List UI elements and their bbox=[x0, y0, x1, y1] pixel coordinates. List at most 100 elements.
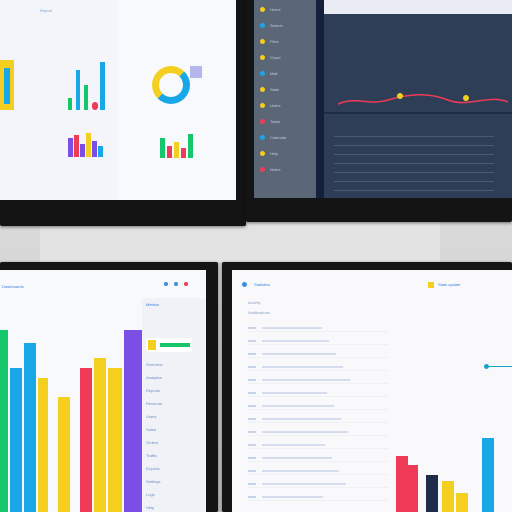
line-chart-svg bbox=[337, 93, 509, 105]
bar bbox=[38, 377, 48, 512]
sidebar-item[interactable]: Cloud bbox=[260, 54, 310, 62]
sidebar-item[interactable]: Orders bbox=[146, 440, 158, 445]
row-marker bbox=[248, 392, 256, 394]
sidebar-item-label: Home bbox=[270, 7, 281, 12]
connector-line bbox=[488, 366, 512, 367]
table-row[interactable] bbox=[248, 456, 388, 462]
bar bbox=[108, 368, 122, 512]
table-row[interactable] bbox=[248, 443, 388, 449]
badge: Stats update bbox=[438, 282, 461, 287]
bar bbox=[98, 145, 103, 157]
sidebar-item[interactable]: Overview bbox=[146, 362, 163, 367]
table-row[interactable] bbox=[248, 378, 388, 384]
data-table bbox=[248, 326, 388, 506]
bar bbox=[406, 464, 418, 512]
row-value bbox=[262, 470, 339, 472]
divider bbox=[316, 0, 324, 198]
bar-chart-bottom-left bbox=[0, 320, 142, 512]
sidebar-item[interactable]: Users bbox=[260, 102, 310, 110]
sidebar-item[interactable]: Tasks bbox=[260, 118, 310, 126]
sidebar-item[interactable]: Home bbox=[260, 6, 310, 14]
line-chart bbox=[337, 86, 509, 108]
bar-chart-top-left-2 bbox=[160, 130, 196, 158]
sidebar: Home Search Files Cloud Mail Stats Users Tasks C… bbox=[254, 0, 316, 198]
panel-bottom bbox=[324, 114, 512, 198]
sidebar-item-label: Calendar bbox=[270, 135, 287, 140]
panel-header bbox=[324, 0, 512, 14]
table-row[interactable] bbox=[248, 482, 388, 488]
row-marker bbox=[248, 379, 256, 381]
table-row[interactable] bbox=[248, 339, 388, 345]
donut-chart bbox=[152, 66, 190, 104]
table-row[interactable] bbox=[248, 365, 388, 371]
row-marker bbox=[248, 405, 256, 407]
sidebar-item[interactable]: Stats bbox=[260, 86, 310, 94]
bar bbox=[24, 343, 36, 512]
sidebar-item[interactable]: Sales bbox=[146, 427, 156, 432]
green-progress bbox=[160, 343, 190, 347]
sidebar-item-label: Help bbox=[270, 151, 279, 156]
table-row[interactable] bbox=[248, 430, 388, 436]
row-marker bbox=[248, 366, 256, 368]
mini-chart-1 bbox=[64, 60, 110, 110]
screen-bottom-right: Statistics Stats update Activity Notific… bbox=[232, 270, 512, 512]
sidebar-right: Metrics Overview Analytics Reports Revenue U… bbox=[142, 298, 206, 512]
row-value bbox=[262, 327, 322, 329]
sidebar-item[interactable]: Revenue bbox=[146, 401, 162, 406]
table-row[interactable] bbox=[248, 352, 388, 358]
nav-icon bbox=[260, 167, 265, 172]
bar-chart-bottom-right bbox=[392, 388, 502, 512]
nav-icon bbox=[260, 103, 265, 108]
nav-icon bbox=[260, 39, 265, 44]
logo-icon bbox=[242, 282, 247, 287]
row-value bbox=[262, 418, 341, 420]
row-value bbox=[262, 483, 346, 485]
table-row[interactable] bbox=[248, 417, 388, 423]
sidebar-item[interactable]: Help bbox=[146, 505, 154, 510]
monitor-bottom-left: Dashboards Metrics Overview Analytics Repo… bbox=[0, 262, 218, 512]
wall-strip bbox=[40, 222, 440, 262]
bar bbox=[74, 134, 79, 157]
bar bbox=[124, 329, 142, 512]
row-marker bbox=[248, 431, 256, 433]
nav-icon bbox=[260, 71, 265, 76]
sidebar-item[interactable]: Help bbox=[260, 150, 310, 158]
nav-icon bbox=[260, 135, 265, 140]
sidebar-item[interactable]: Notes bbox=[260, 166, 310, 174]
table-row[interactable] bbox=[248, 404, 388, 410]
subtitle: Notifications bbox=[248, 310, 270, 315]
bar bbox=[10, 368, 22, 512]
row-marker bbox=[248, 457, 256, 459]
table-row[interactable] bbox=[248, 469, 388, 475]
sidebar-item[interactable]: Reports bbox=[146, 388, 160, 393]
row-lines bbox=[334, 128, 494, 194]
bar bbox=[80, 144, 85, 157]
bar-chart-top-left bbox=[68, 125, 108, 157]
sidebar-item[interactable]: Exports bbox=[146, 466, 160, 471]
nav-icon bbox=[260, 119, 265, 124]
row-marker bbox=[248, 340, 256, 342]
sidebar-item[interactable]: Users bbox=[146, 414, 156, 419]
bar bbox=[92, 141, 97, 157]
bar bbox=[94, 358, 106, 512]
table-row[interactable] bbox=[248, 326, 388, 332]
circle-icon bbox=[174, 282, 178, 286]
sidebar-item[interactable]: Mail bbox=[260, 70, 310, 78]
row-marker bbox=[248, 496, 256, 498]
badge-icon bbox=[428, 282, 434, 288]
sidebar-item[interactable]: Settings bbox=[146, 479, 160, 484]
sidebar-item[interactable]: Files bbox=[260, 38, 310, 46]
title: Dashboards bbox=[2, 284, 24, 289]
sidebar-item[interactable]: Calendar bbox=[260, 134, 310, 142]
sidebar-item[interactable]: Logs bbox=[146, 492, 155, 497]
bar bbox=[84, 85, 88, 110]
sidebar-item[interactable]: Analytics bbox=[146, 375, 162, 380]
table-row[interactable] bbox=[248, 495, 388, 501]
sidebar-item[interactable]: Search bbox=[260, 22, 310, 30]
sidebar-item-label: Files bbox=[270, 39, 279, 44]
nav-icon bbox=[260, 151, 265, 156]
table-row[interactable] bbox=[248, 391, 388, 397]
sidebar-item[interactable]: Traffic bbox=[146, 453, 157, 458]
row-value bbox=[262, 431, 348, 433]
bar bbox=[100, 62, 105, 110]
